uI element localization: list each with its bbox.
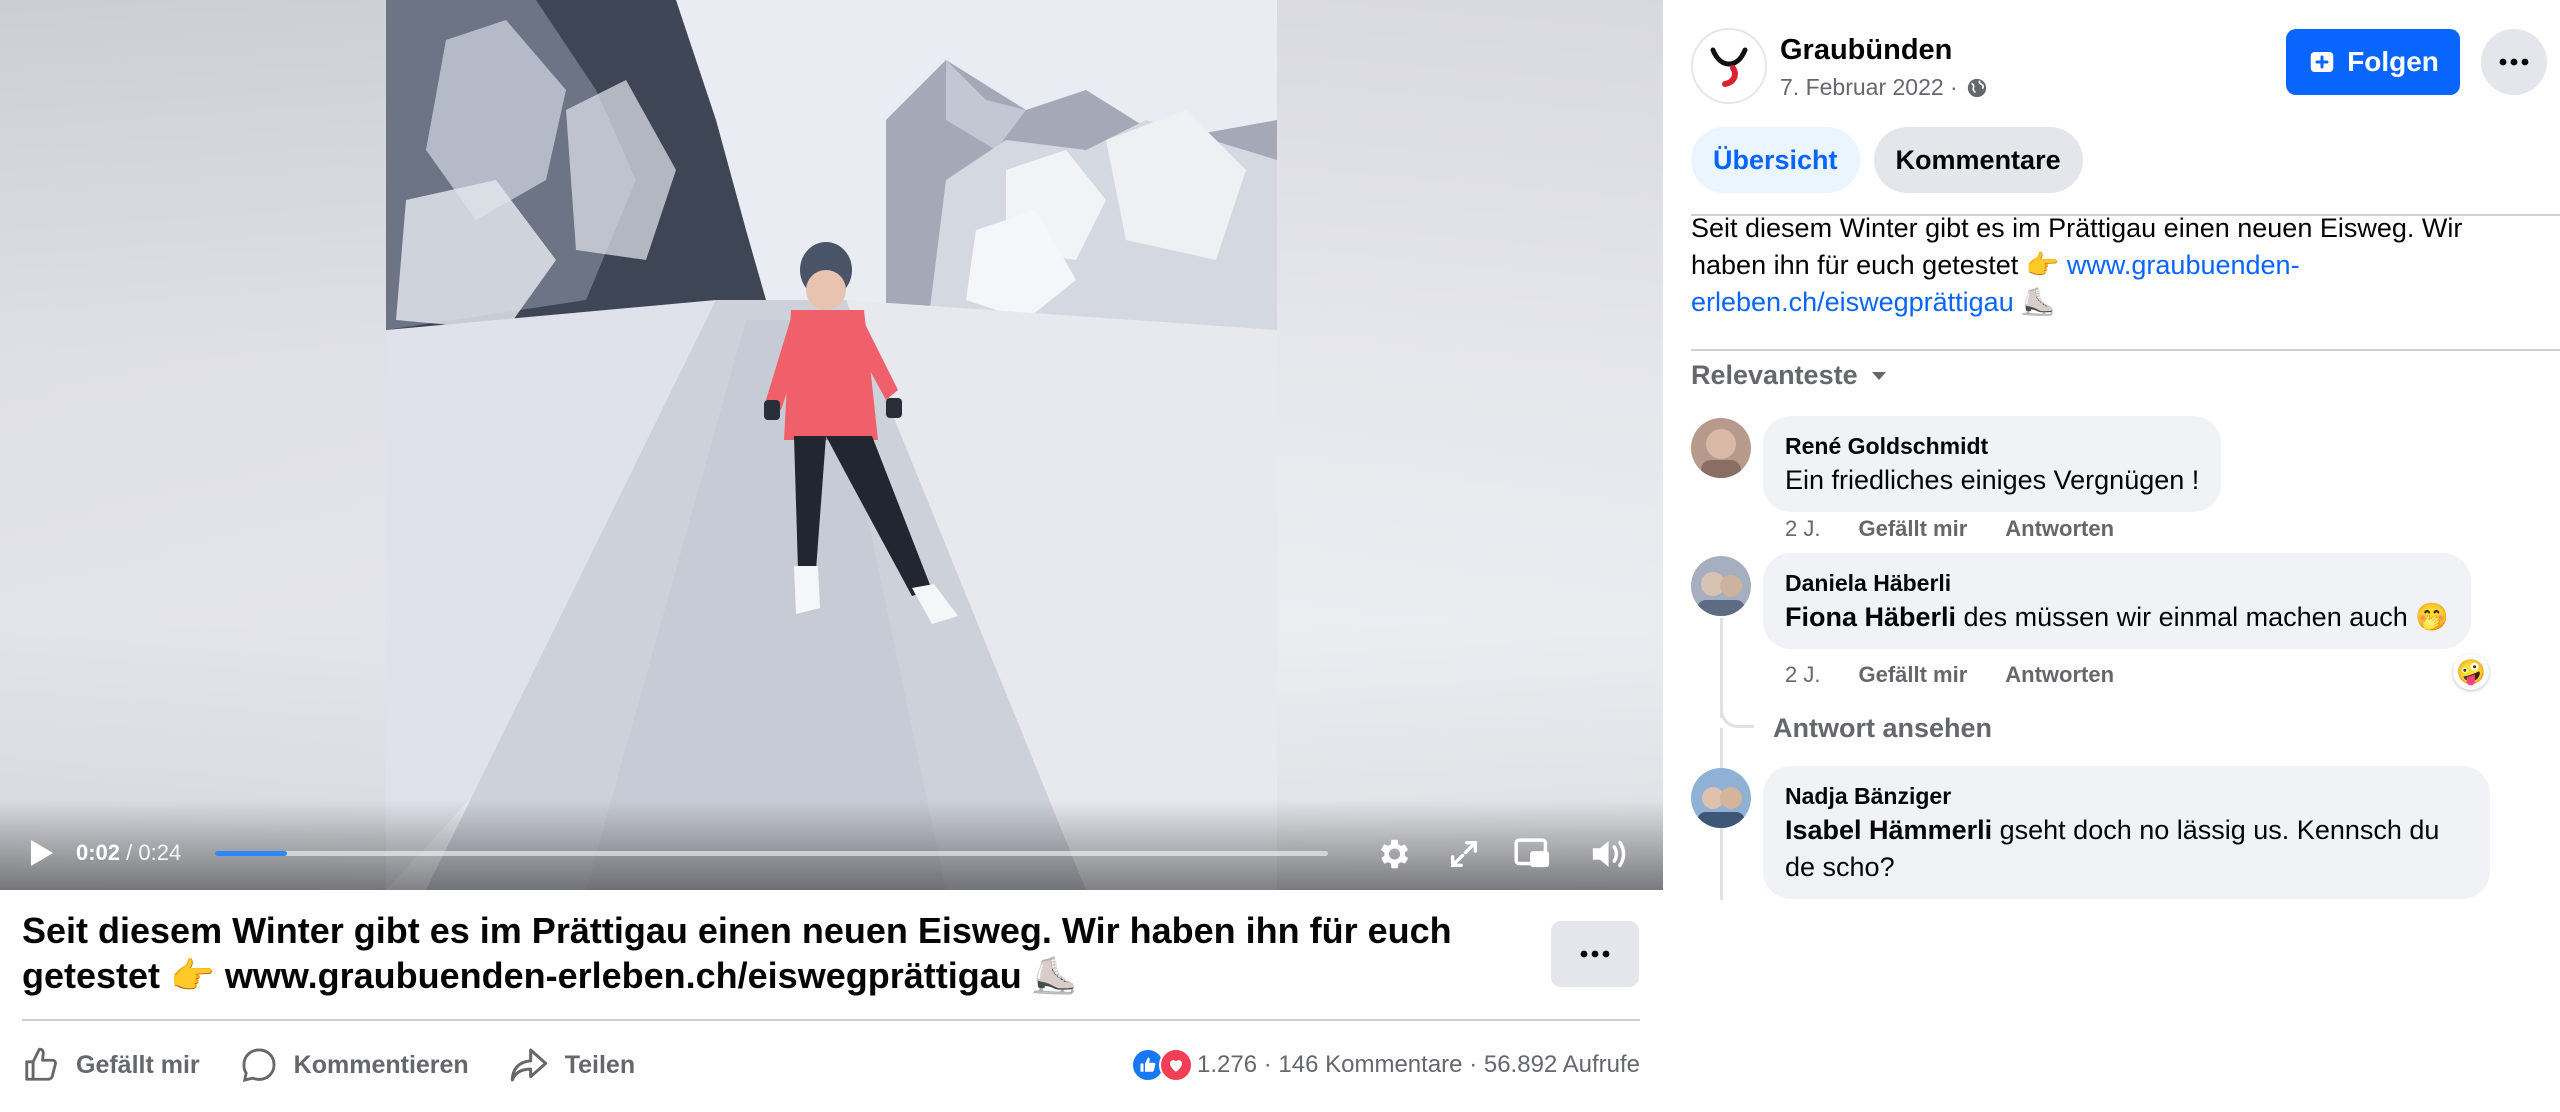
caption-skate-emoji: ⛸️ [1031,955,1077,996]
video-progress-fill [215,851,288,856]
video-blur-left [0,0,386,890]
fullscreen-button[interactable] [1440,830,1488,878]
share-button[interactable]: Teilen [509,1046,635,1084]
settings-button[interactable] [1369,830,1417,878]
comment-text: Isabel Hämmerli gseht doch no lässig us.… [1785,812,2468,886]
like-label: Gefällt mir [76,1050,200,1079]
comment-meta: 2 J. Gefällt mir Antworten [1785,516,2152,542]
see-reply-link[interactable]: Antwort ansehen [1773,713,1992,744]
comment-text: Fiona Häberli des müssen wir einmal mach… [1785,599,2449,636]
comment-mention[interactable]: Fiona Häberli [1785,602,1956,632]
post-text: Seit diesem Winter gibt es im Prättigau … [1691,210,2531,321]
like-button[interactable]: Gefällt mir [22,1046,200,1084]
share-label: Teilen [564,1050,636,1079]
post-date: 7. Februar 2022 · [1780,74,1988,101]
caret-down-icon [1871,371,1886,380]
current-time: 0:02 [76,840,121,865]
tab-comments[interactable]: Kommentare [1873,127,2083,193]
avatar[interactable] [1691,768,1751,828]
follow-label: Folgen [2347,46,2439,77]
comments-divider [1691,349,2560,351]
post-menu-button[interactable] [2481,29,2547,95]
post-actions: Gefällt mir Kommentieren Teilen [22,1032,675,1098]
video-controls: 0:02 / 0:24 [0,800,1663,890]
comment-mention[interactable]: Isabel Hämmerli [1785,815,1992,845]
duration: 0:24 [138,840,182,865]
video-frame[interactable] [386,0,1277,890]
post-tabs: Übersicht Kommentare [1691,127,2097,193]
comment-age[interactable]: 2 J. [1785,662,1820,688]
more-dots-icon [2499,58,2529,66]
video-player[interactable]: 0:02 / 0:24 [0,0,1663,890]
comment-meta: 2 J. Gefällt mir Antworten [1785,662,2152,688]
globe-icon [1967,78,1986,97]
comment-bubble: Daniela Häberli Fiona Häberli des müssen… [1763,553,2471,649]
video-progress-bar[interactable] [215,851,1328,856]
comment-reply-link[interactable]: Antworten [2005,662,2114,688]
follow-button[interactable]: Folgen [2286,29,2460,95]
comment-author[interactable]: Nadja Bänziger [1785,780,2468,812]
video-column: 0:02 / 0:24 Seit diesem Winter gibt es i… [0,0,1663,1112]
avatar-rene-image [1691,418,1751,478]
speaker-icon [1592,840,1626,868]
comment-like-link[interactable]: Gefällt mir [1858,662,1967,688]
avatar[interactable] [1691,418,1751,478]
avatar-nadja-image [1691,768,1751,828]
more-dots-icon [1580,950,1610,958]
comment-icon [242,1048,276,1082]
avatar[interactable] [1691,556,1751,616]
comment-author[interactable]: Daniela Häberli [1785,567,2449,599]
tab-overview[interactable]: Übersicht [1691,127,1860,193]
comment-label: Kommentieren [293,1050,469,1079]
caption-link[interactable]: www.graubuenden-erleben.ch/eiswegprättig… [225,955,1022,996]
video-caption: Seit diesem Winter gibt es im Prättigau … [22,908,1502,998]
comment-emoji: 🤭 [2415,602,2449,632]
avatar-daniela-image [1691,556,1751,616]
comment-reply-link[interactable]: Antworten [2005,516,2114,542]
post-point-emoji: 👉 [2025,250,2060,280]
caption-more-button[interactable] [1551,921,1639,987]
time-separator: / [126,840,133,865]
comment-bubble: René Goldschmidt Ein friedliches einiges… [1763,416,2222,512]
video-time: 0:02 / 0:24 [76,836,181,870]
post-stats: 1.276 · 146 Kommentare · 56.892 Aufrufe [1131,1032,1640,1098]
comment-sort-dropdown[interactable]: Relevanteste [1691,360,1888,391]
reaction-count[interactable]: 1.276 [1197,1051,1257,1079]
share-icon [510,1048,547,1082]
video-blur-right [1277,0,1663,890]
pip-icon [1514,838,1550,868]
love-reaction-icon [1159,1048,1193,1082]
post-date-text[interactable]: 7. Februar 2022 · [1780,74,1958,101]
play-icon [31,840,53,866]
stats-dot-2: · [1469,1051,1478,1078]
picture-in-picture-button[interactable] [1509,830,1557,878]
follow-page-icon [2310,52,2334,72]
post-skate-emoji: ⛸️ [2021,287,2055,317]
sort-label: Relevanteste [1691,360,1858,390]
comment-author[interactable]: René Goldschmidt [1785,430,2199,462]
comment-age[interactable]: 2 J. [1785,516,1820,542]
volume-button[interactable] [1586,830,1634,878]
video-frame-illustration [386,0,1277,890]
comment-text: Ein friedliches einiges Vergnügen ! [1785,465,2200,495]
view-count: 56.892 Aufrufe [1483,1051,1640,1078]
stats-dot-1: · [1263,1051,1272,1078]
comment-body: des müssen wir einmal machen auch [1963,602,2408,632]
comment-button[interactable]: Kommentieren [240,1046,469,1084]
expand-icon [1450,840,1478,868]
play-button[interactable] [22,833,62,873]
gear-icon [1380,839,1409,869]
graubuenden-logo-icon [1710,47,1748,87]
comment-bubble: Nadja Bänziger Isabel Hämmerli gseht doc… [1763,766,2490,899]
caption-point-emoji: 👉 [170,955,215,996]
comment-count[interactable]: 146 Kommentare [1278,1051,1462,1079]
post-panel: Graubünden 7. Februar 2022 · Folgen Über… [1663,0,2560,1112]
actions-divider [22,1019,1640,1021]
comment-like-link[interactable]: Gefällt mir [1858,516,1967,542]
page-name[interactable]: Graubünden [1780,34,1952,67]
thumbs-up-icon [25,1047,57,1081]
thread-curve [1720,690,1754,728]
page-avatar[interactable] [1691,28,1767,104]
comment-reaction-badge[interactable]: 🤪 [2453,654,2489,690]
